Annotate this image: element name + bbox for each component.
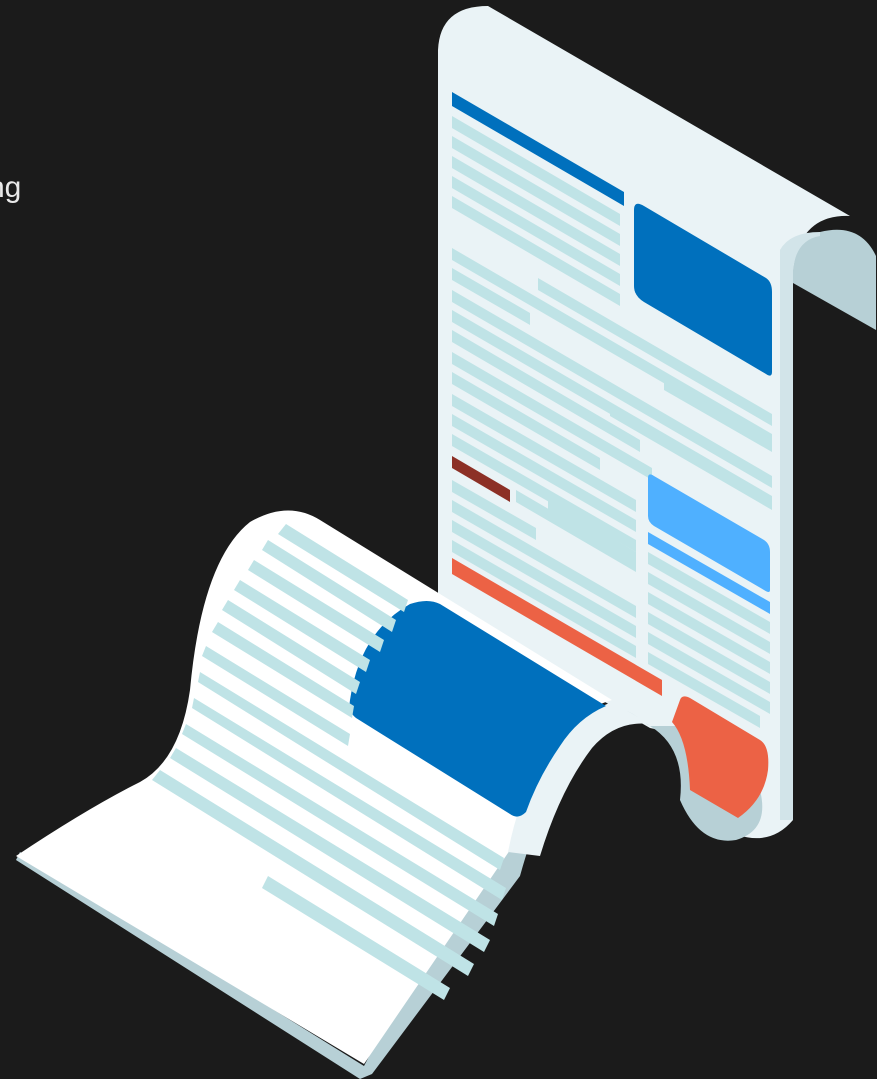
scrolling-document-illustration-icon (16, 6, 876, 1079)
paper-curl-top (792, 229, 876, 330)
paper-right-edge (780, 232, 820, 820)
hero-stage: ng (0, 0, 877, 1079)
